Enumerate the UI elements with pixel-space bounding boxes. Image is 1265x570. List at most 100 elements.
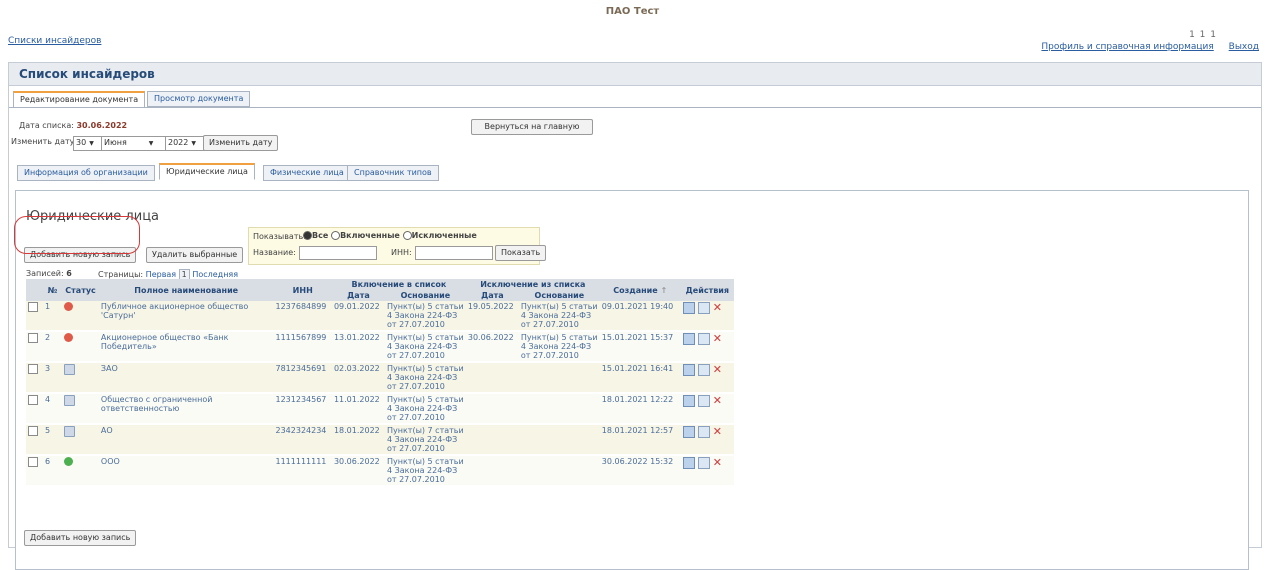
row-checkbox[interactable] <box>28 395 38 405</box>
delete-icon[interactable]: ✕ <box>713 364 722 375</box>
edit-icon[interactable] <box>682 302 695 314</box>
view-icon[interactable] <box>697 302 710 314</box>
header-full-name: Полное наименование <box>98 279 274 301</box>
row-inc-basis: Пункт(ы) 5 статьи 4 Закона 224-ФЗ от 27.… <box>384 455 466 487</box>
edit-icon[interactable] <box>682 457 695 469</box>
delete-selected-button[interactable]: Удалить выбранные <box>146 247 244 263</box>
row-inn: 1111111111 <box>273 455 332 487</box>
edit-icon[interactable] <box>682 426 695 438</box>
day-select[interactable]: 30 ▼ <box>73 136 103 151</box>
name-filter-input[interactable] <box>299 246 377 260</box>
view-icon[interactable] <box>697 457 710 469</box>
delete-icon[interactable]: ✕ <box>713 302 722 313</box>
row-actions: ✕ <box>680 301 734 332</box>
row-actions: ✕ <box>680 362 734 394</box>
inn-filter-input[interactable] <box>415 246 493 260</box>
radio-all-label: Все <box>312 231 329 240</box>
table-row: 2 Акционерное общество «Банк Победитель» 1… <box>26 331 734 363</box>
row-inc-basis: Пункт(ы) 5 статьи 4 Закона 224-ФЗ от 27.… <box>384 393 466 425</box>
tab-view-document[interactable]: Просмотр документа <box>147 91 251 107</box>
radio-all[interactable] <box>303 231 312 240</box>
tab-edit-document[interactable]: Редактирование документа <box>13 91 146 108</box>
top-right-links: Профиль и справочная информация Выход <box>1029 42 1259 52</box>
edit-icon[interactable] <box>682 364 695 376</box>
radio-included-label: Включенные <box>340 231 400 240</box>
header-inc-basis: Основание <box>384 290 466 301</box>
minus-circle-icon <box>64 302 74 311</box>
show-button[interactable]: Показать <box>495 245 547 261</box>
row-name: ЗАО <box>98 362 274 394</box>
row-status <box>62 362 99 394</box>
delete-icon[interactable]: ✕ <box>713 457 722 468</box>
row-checkbox[interactable] <box>28 302 38 312</box>
row-checkbox[interactable] <box>28 364 38 374</box>
row-num: 4 <box>43 393 63 425</box>
back-to-main-button[interactable]: Вернуться на главную <box>471 119 593 135</box>
pages-label: Страницы: <box>98 270 144 279</box>
radio-included[interactable] <box>331 231 341 240</box>
delete-icon[interactable]: ✕ <box>713 333 722 344</box>
tab-individuals[interactable]: Физические лица <box>263 165 351 181</box>
row-num: 6 <box>43 455 63 487</box>
view-icon[interactable] <box>697 333 710 345</box>
last-page-link[interactable]: Последняя <box>192 270 238 279</box>
header-status: Статус <box>62 279 99 301</box>
main-panel: Список инсайдеров Редактирование докумен… <box>8 62 1262 570</box>
profile-link[interactable]: Профиль и справочная информация <box>1041 42 1213 52</box>
view-icon[interactable] <box>697 364 710 376</box>
radio-excluded-label: Исключенные <box>411 231 477 240</box>
breadcrumb-insider-lists[interactable]: Списки инсайдеров <box>8 36 101 46</box>
month-select[interactable]: Июня ▼ <box>101 136 167 151</box>
first-page-link[interactable]: Первая <box>146 270 176 279</box>
legal-entities-table: № Статус Полное наименование ИНН Включен… <box>26 279 734 487</box>
header-checkbox-col <box>26 279 44 301</box>
row-created: 15.01.2021 16:41 <box>599 362 681 394</box>
change-date-label: Изменить дату: <box>11 137 78 146</box>
row-inc-date: 09.01.2022 <box>331 301 385 332</box>
radio-excluded[interactable] <box>402 231 412 240</box>
change-date-button[interactable]: Изменить дату <box>203 135 279 151</box>
header-exc-date: Дата <box>465 290 519 301</box>
row-checkbox[interactable] <box>28 457 38 467</box>
header-num: № <box>43 279 63 301</box>
list-date-label: Дата списка: 30.06.2022 <box>19 121 127 130</box>
row-num: 3 <box>43 362 63 394</box>
tab-type-directory[interactable]: Справочник типов <box>347 165 439 181</box>
row-exc-date: 30.06.2022 <box>465 331 519 363</box>
delete-icon[interactable]: ✕ <box>713 395 722 406</box>
header-inc-date: Дата <box>331 290 385 301</box>
edit-icon[interactable] <box>682 395 695 407</box>
view-icon[interactable] <box>697 426 710 438</box>
header-created-label: Создание <box>613 285 658 295</box>
row-inc-date: 18.01.2022 <box>331 424 385 456</box>
add-record-button-bottom[interactable]: Добавить новую запись <box>24 530 137 546</box>
header-inn: ИНН <box>273 279 332 301</box>
row-checkbox[interactable] <box>28 333 38 343</box>
logout-link[interactable]: Выход <box>1229 42 1259 52</box>
tab-organization-info[interactable]: Информация об организации <box>17 165 155 181</box>
chevron-down-icon: ▼ <box>148 140 154 147</box>
edit-icon[interactable] <box>682 333 695 345</box>
row-checkbox[interactable] <box>28 426 38 436</box>
tab-legal-entities[interactable]: Юридические лица <box>159 163 255 180</box>
row-actions: ✕ <box>680 424 734 456</box>
delete-icon[interactable]: ✕ <box>713 426 722 437</box>
header-created[interactable]: Создание ↑ <box>599 279 681 301</box>
list-date-label-text: Дата списка: <box>19 121 74 130</box>
view-icon[interactable] <box>697 395 710 407</box>
row-inc-basis: Пункт(ы) 5 статьи 4 Закона 224-ФЗ от 27.… <box>384 362 466 394</box>
row-exc-basis <box>518 424 600 456</box>
day-select-value: 30 <box>76 138 87 147</box>
table-body: 1 Публичное акционерное общество 'Сатурн'… <box>26 301 734 487</box>
chevron-down-icon: ▼ <box>191 140 196 147</box>
list-date-value: 30.06.2022 <box>76 121 128 130</box>
row-inn: 7812345691 <box>273 362 332 394</box>
row-checkbox-cell <box>26 424 44 456</box>
row-inn: 1237684899 <box>273 301 332 332</box>
row-num: 2 <box>43 331 63 363</box>
row-created: 15.01.2021 15:37 <box>599 331 681 363</box>
row-created: 18.01.2021 12:57 <box>599 424 681 456</box>
year-select[interactable]: 2022 ▼ <box>165 136 205 151</box>
row-status <box>62 331 99 363</box>
table-row: 1 Публичное акционерное общество 'Сатурн'… <box>26 301 734 332</box>
